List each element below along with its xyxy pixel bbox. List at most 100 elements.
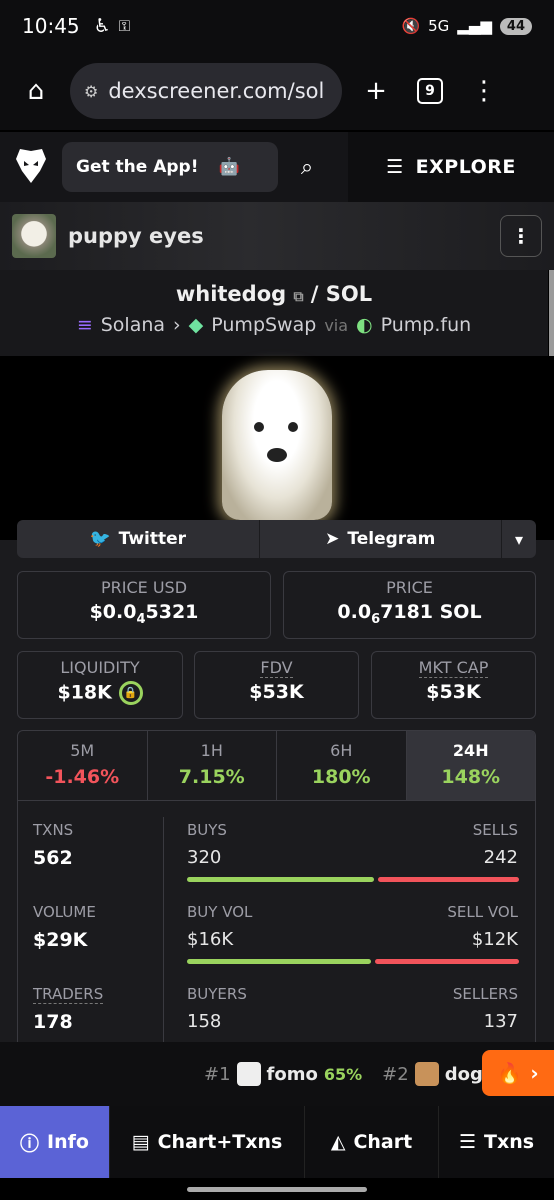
- buy-vol-bar: [187, 959, 371, 964]
- menu-icon: ☰: [386, 156, 404, 178]
- address-bar[interactable]: ⚙ dexscreener.com/sol: [70, 63, 342, 119]
- sell-vol-value: $12K: [471, 929, 518, 950]
- gesture-bar: [0, 1178, 554, 1200]
- accessibility-icon: ♿: [93, 15, 111, 37]
- chart-icon: ◭: [330, 1131, 346, 1153]
- sells-bar: [378, 877, 519, 882]
- launchpad-link[interactable]: Pump.fun: [381, 314, 472, 336]
- token-header: puppy eyes ⋮: [0, 202, 554, 270]
- liquidity-box: LIQUIDITY $18K 🔒: [17, 651, 183, 719]
- sell-vol-bar: [375, 959, 519, 964]
- trending-button[interactable]: 🔥 ›: [482, 1050, 554, 1096]
- battery-indicator: 44: [499, 17, 532, 35]
- price-native-box: PRICE 0.067181 SOL: [283, 571, 536, 639]
- info-icon: ⓘ: [20, 1132, 40, 1155]
- mute-icon: 🔇: [401, 17, 421, 35]
- tab-5m[interactable]: 5M -1.46%: [18, 731, 148, 800]
- tab-24h[interactable]: 24H 148%: [406, 731, 535, 800]
- bottom-nav: ⓘ Info ▤ Chart+Txns ◭ Chart ☰ Txns: [0, 1106, 554, 1178]
- list-icon: ☰: [458, 1131, 476, 1153]
- site-settings-icon[interactable]: ⚙: [84, 82, 98, 101]
- price-usd-value: $0.045321: [89, 601, 199, 627]
- transaction-stats: TXNS 562 VOLUME $29K TRADERS 178 BUYS 32…: [18, 801, 535, 1059]
- tab-chart-txns-label: Chart+Txns: [157, 1131, 283, 1153]
- lock-icon[interactable]: 🔒: [118, 681, 143, 705]
- explore-button[interactable]: ☰ EXPLORE: [348, 132, 554, 202]
- buys-bar: [187, 877, 374, 882]
- fdv-value: $53K: [249, 681, 304, 703]
- twitter-button[interactable]: 🐦 Twitter: [17, 520, 260, 558]
- social-links: 🐦 Twitter ➤ Telegram ▾: [17, 520, 536, 558]
- trending-token-link[interactable]: fomo: [267, 1064, 318, 1085]
- tab-switcher-button[interactable]: 9: [410, 71, 450, 111]
- tab-chart-label: Chart: [353, 1131, 413, 1153]
- txns-label: TXNS: [33, 821, 74, 839]
- tab-txns[interactable]: ☰ Txns: [439, 1106, 554, 1178]
- tab-1h[interactable]: 1H 7.15%: [148, 731, 277, 800]
- tab-chart[interactable]: ◭ Chart: [305, 1106, 439, 1178]
- telegram-icon: ➤: [325, 529, 340, 549]
- token-avatar: [12, 214, 56, 258]
- signal-icon: ▂▄▆: [457, 17, 492, 35]
- buy-vol-value: $16K: [187, 929, 234, 950]
- copy-icon[interactable]: ⧉: [293, 289, 303, 305]
- quote-symbol: SOL: [325, 282, 373, 306]
- sellers-label: SELLERS: [452, 985, 518, 1003]
- price-native-value: 0.067181 SOL: [337, 601, 482, 627]
- pair-title: whitedog ⧉ / SOL: [0, 282, 548, 306]
- url-text: dexscreener.com/sol: [108, 79, 325, 103]
- buyers-label: BUYERS: [187, 985, 247, 1003]
- token-name: puppy eyes: [68, 224, 204, 248]
- get-app-label: Get the App!: [76, 157, 199, 177]
- liquidity-value: $18K 🔒: [18, 681, 182, 705]
- fomo-token-icon: [236, 1062, 261, 1086]
- price-usd-box: PRICE USD $0.045321: [17, 571, 271, 639]
- search-icon[interactable]: ⌕: [278, 155, 336, 180]
- buys-value: 320: [187, 847, 222, 868]
- get-app-button[interactable]: Get the App! 🤖: [62, 142, 278, 192]
- split-view-icon: ▤: [131, 1131, 150, 1153]
- buy-vol-label: BUY VOL: [187, 903, 253, 921]
- new-tab-icon[interactable]: +: [356, 71, 396, 111]
- token-banner-image: [0, 356, 554, 540]
- mkt-cap-value: $53K: [426, 681, 481, 703]
- site-header: Get the App! 🤖 ⌕ ☰ EXPLORE: [0, 132, 554, 202]
- home-icon[interactable]: ⌂: [16, 71, 56, 111]
- chain-link[interactable]: Solana: [101, 314, 165, 336]
- price-native-label: PRICE: [386, 578, 433, 597]
- dex-link[interactable]: PumpSwap: [211, 314, 316, 336]
- dexscreener-logo-icon[interactable]: [0, 132, 62, 202]
- twitter-icon: 🐦: [89, 529, 111, 549]
- buys-label: BUYS: [187, 821, 227, 839]
- mkt-cap-box: MKT CAP $53K: [371, 651, 536, 719]
- android-icon: 🤖: [218, 157, 240, 177]
- puppy-image: [222, 370, 332, 520]
- fdv-box: FDV $53K: [194, 651, 359, 719]
- tab-info[interactable]: ⓘ Info: [0, 1106, 110, 1178]
- sellers-value: 137: [483, 1011, 518, 1032]
- trending-change: 65%: [323, 1064, 363, 1084]
- liquidity-label: LIQUIDITY: [60, 658, 140, 677]
- tab-chart-txns[interactable]: ▤ Chart+Txns: [110, 1106, 305, 1178]
- telegram-label: Telegram: [347, 529, 436, 549]
- volume-label: VOLUME: [33, 903, 96, 921]
- more-options-icon[interactable]: ⋮: [500, 215, 542, 257]
- price-usd-label: PRICE USD: [100, 578, 188, 597]
- network-type: 5G: [428, 17, 450, 35]
- period-tabs: 5M -1.46% 1H 7.15% 6H 180% 24H 148%: [18, 731, 535, 801]
- dogi-token-icon: [414, 1062, 439, 1086]
- trending-rank: #2: [382, 1063, 409, 1085]
- solana-icon: ≡: [76, 314, 93, 336]
- tab-count: 9: [417, 78, 443, 104]
- telegram-button[interactable]: ➤ Telegram: [260, 520, 502, 558]
- period-stats-table: 5M -1.46% 1H 7.15% 6H 180% 24H 148% TXNS…: [17, 730, 536, 1060]
- pair-separator: /: [310, 282, 319, 306]
- tab-6h[interactable]: 6H 180%: [277, 731, 407, 800]
- volume-value: $29K: [33, 929, 88, 951]
- flame-icon: 🔥: [497, 1061, 523, 1085]
- chevron-down-icon[interactable]: ▾: [502, 520, 536, 558]
- browser-menu-icon[interactable]: ⋮: [464, 71, 504, 111]
- chevron-right-icon: ›: [530, 1061, 539, 1085]
- browser-toolbar: ⌂ ⚙ dexscreener.com/sol + 9 ⋮: [0, 52, 554, 130]
- mkt-cap-label: MKT CAP: [418, 658, 489, 678]
